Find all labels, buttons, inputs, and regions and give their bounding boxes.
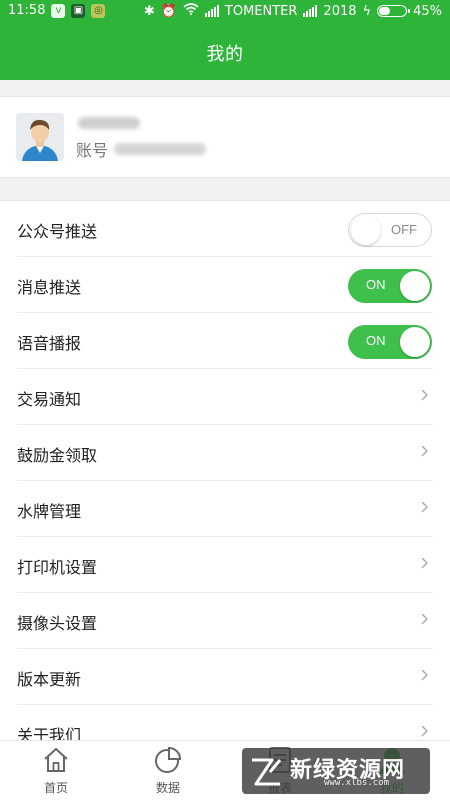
wifi-icon [183,3,199,19]
status-bar: 11:58 v ▣ ◎ ✱ ⏰ TOMENTER 2018 ϟ 45% [0,0,450,24]
avatar[interactable] [16,113,64,161]
app-header: 11:58 v ▣ ◎ ✱ ⏰ TOMENTER 2018 ϟ 45% 我的 [0,0,450,80]
settings-row-label: 摄像头设置 [17,614,98,633]
chevron-right-icon [421,669,429,681]
toggle-switch-on[interactable]: ON [348,269,432,303]
settings-list: 公众号推送 OFF 消息推送 ON 语音播报 ON 交易通知鼓励金领取水牌管理打印机设置摄像… [0,200,450,740]
settings-row[interactable]: 公众号推送 OFF [0,201,450,257]
page-title: 我的 [206,44,244,65]
settings-row-label: 打印机设置 [17,558,98,577]
username-redacted [78,117,140,129]
pie-chart-icon [155,746,182,773]
settings-row[interactable]: 语音播报 ON [0,313,450,369]
signal-icon [303,5,318,17]
battery-fill [379,7,390,15]
watermark-url: www.xlbs.com [324,778,390,788]
status-time: 11:58 [8,3,46,18]
toggle-knob [400,271,430,301]
user-avatar-icon [16,113,64,161]
watermark-logo-icon [252,758,282,786]
settings-row-label: 公众号推送 [17,222,98,241]
settings-row[interactable]: 交易通知 [0,369,450,425]
tab-label: 数据 [155,781,180,795]
profile-card[interactable]: 账号 [0,96,450,178]
toggle-state-text: ON [366,333,386,348]
settings-row-label: 消息推送 [17,278,82,297]
tab-home[interactable]: 首页 [0,741,112,800]
chevron-right-icon [421,613,429,625]
bluetooth-icon: ✱ [143,3,155,19]
chevron-right-icon [421,445,429,457]
chevron-right-icon [421,389,429,401]
chevron-right-icon [421,501,429,513]
toggle-switch-off[interactable]: OFF [348,213,432,247]
chevron-right-icon [421,557,429,569]
settings-row[interactable]: 版本更新 [0,649,450,705]
settings-row-label: 交易通知 [17,390,82,409]
notification-icon: v [51,3,66,18]
toggle-switch-on[interactable]: ON [348,325,432,359]
settings-row[interactable]: 水牌管理 [0,481,450,537]
account-label: 账号 [76,141,109,160]
settings-row[interactable]: 打印机设置 [0,537,450,593]
settings-row-label: 语音播报 [17,334,82,353]
carrier-year: 2018 [323,3,357,19]
battery-percent: 45% [413,3,442,19]
battery-icon [377,5,411,17]
notification-icon: ▣ [71,3,86,18]
settings-row-label: 关于我们 [17,726,82,740]
settings-row-label: 水牌管理 [17,502,82,521]
settings-row-label: 鼓励金领取 [17,446,98,465]
settings-row[interactable]: 摄像头设置 [0,593,450,649]
carrier-name: TOMENTER [224,3,298,19]
settings-row[interactable]: 关于我们 [0,705,450,740]
settings-row[interactable]: 消息推送 ON [0,257,450,313]
alarm-icon: ⏰ [160,3,177,19]
settings-row-label: 版本更新 [17,670,82,689]
settings-row[interactable]: 鼓励金领取 [0,425,450,481]
toggle-knob [400,327,430,357]
toggle-knob [351,215,381,245]
chevron-right-icon [421,725,429,737]
tab-data[interactable]: 数据 [112,741,224,800]
charging-icon: ϟ [362,3,372,19]
toggle-state-text: ON [366,277,386,292]
notification-icon: ◎ [91,3,106,18]
home-icon [44,748,68,772]
watermark: 新绿资源网 www.xlbs.com [242,748,430,794]
signal-icon [204,5,219,17]
account-line: 账号 [76,137,207,161]
tab-label: 首页 [43,781,68,795]
account-number-redacted [114,143,207,155]
toggle-state-text: OFF [391,222,417,237]
